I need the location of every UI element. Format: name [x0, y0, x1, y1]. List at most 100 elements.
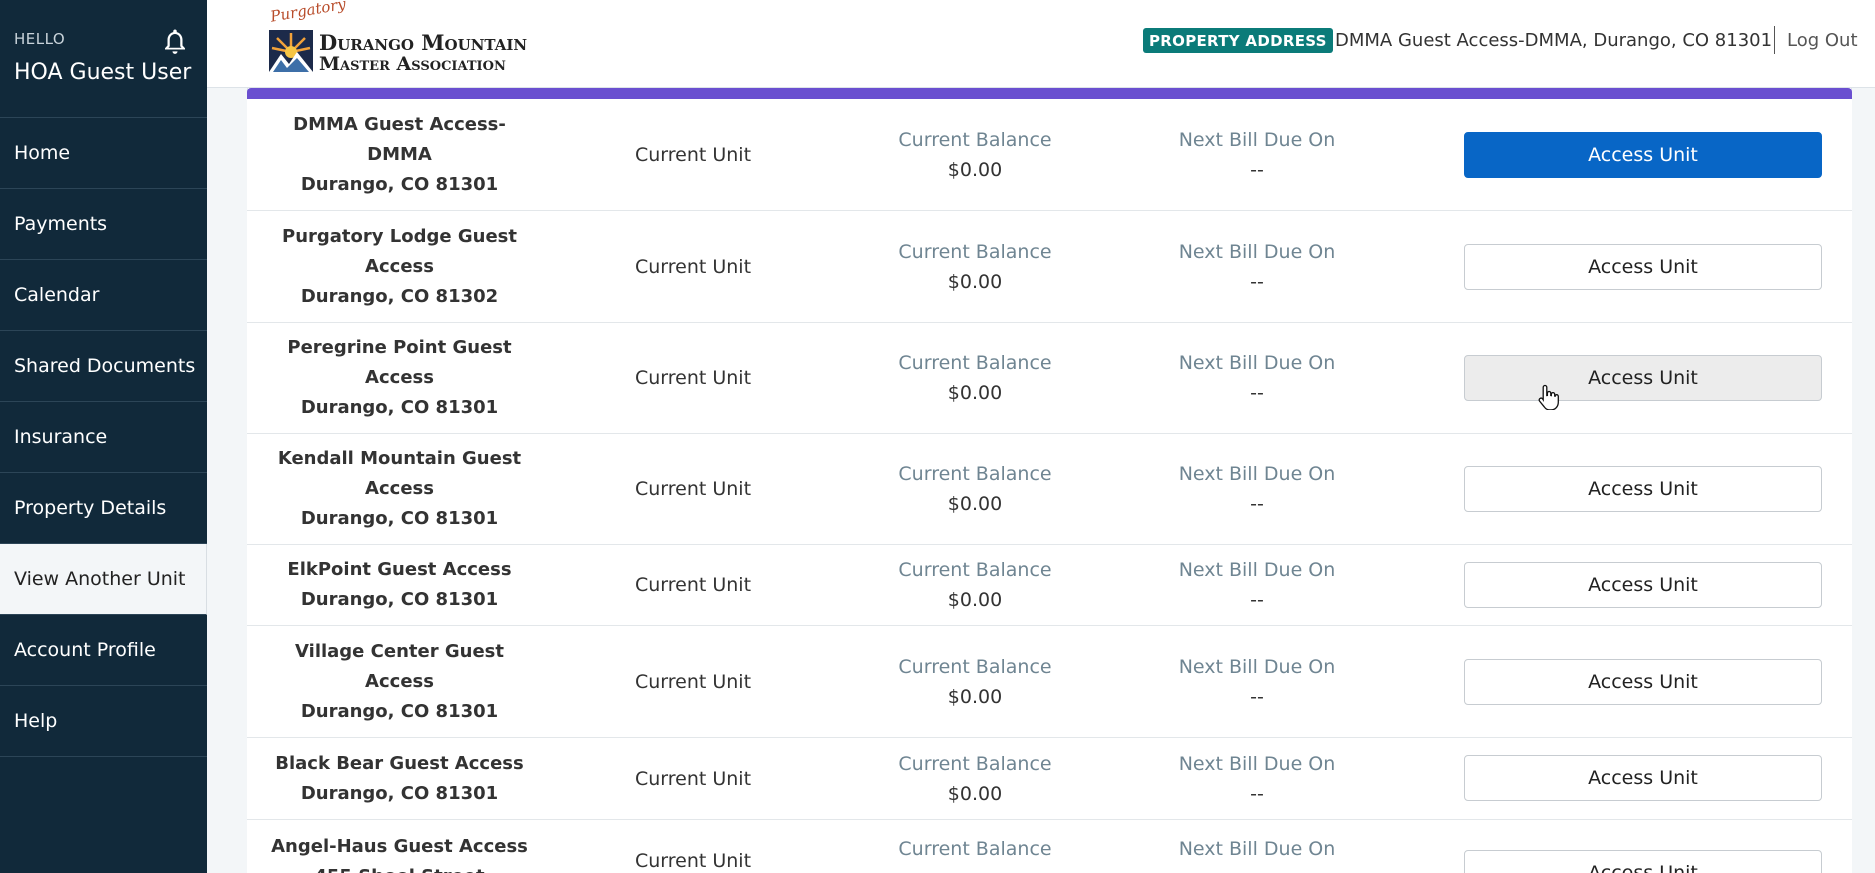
unit-city: Durango, CO 81301: [300, 782, 499, 804]
balance-value: $0.00: [947, 589, 1003, 611]
balance-label: Current Balance: [898, 128, 1052, 151]
unit-status: Current Unit: [634, 670, 752, 693]
sidebar-item-insurance[interactable]: Insurance: [0, 402, 207, 473]
unit-name-line: DMMA Guest Access-: [293, 113, 506, 135]
unit-city: Durango, CO 81301: [300, 700, 499, 722]
unit-name: DMMA Guest Access- DMMA Durango, CO 8130…: [247, 99, 552, 210]
header-divider: [1774, 26, 1775, 54]
balance-cell: Current Balance $0.00: [834, 211, 1116, 322]
balance-label: Current Balance: [898, 838, 1052, 860]
logo-line-1: Durango Mountain: [319, 30, 528, 55]
logo-tagline: Purgatory: [269, 0, 348, 26]
access-unit-button[interactable]: Access Unit: [1464, 850, 1822, 873]
access-unit-button[interactable]: Access Unit: [1464, 562, 1822, 608]
mountain-sun-icon: [269, 30, 313, 72]
unit-name: ElkPoint Guest Access Durango, CO 81301: [247, 545, 552, 625]
unit-name: Purgatory Lodge Guest Access Durango, CO…: [247, 211, 552, 322]
unit-row: Black Bear Guest Access Durango, CO 8130…: [247, 738, 1852, 820]
balance-label: Current Balance: [898, 240, 1052, 263]
unit-city: Durango, CO 81301: [300, 173, 499, 195]
unit-name-line: DMMA: [367, 143, 432, 165]
balance-cell: Current Balance $0.00: [834, 626, 1116, 737]
unit-name-line: Access: [365, 670, 434, 692]
next-bill-label: Next Bill Due On: [1178, 838, 1336, 860]
property-address-badge: PROPERTY ADDRESS: [1143, 28, 1333, 53]
next-bill-value: --: [1250, 270, 1264, 293]
user-name: HOA Guest User: [14, 60, 192, 85]
bell-icon[interactable]: [160, 26, 190, 58]
unit-status: Current Unit: [634, 478, 752, 500]
unit-name-line: Peregrine Point Guest: [287, 337, 512, 358]
next-bill-value: --: [1250, 685, 1264, 708]
next-bill-label: Next Bill Due On: [1178, 752, 1336, 775]
balance-label: Current Balance: [898, 655, 1052, 678]
greeting-label: HELLO: [14, 30, 66, 48]
next-bill-value: --: [1250, 589, 1264, 611]
sidebar-header: HELLO HOA Guest User: [0, 0, 207, 118]
access-unit-button[interactable]: Access Unit: [1464, 755, 1822, 801]
unit-name-line: Kendall Mountain Guest: [277, 448, 522, 469]
unit-name: Peregrine Point Guest Access Durango, CO…: [247, 323, 552, 433]
balance-cell: Current Balance: [834, 834, 1116, 873]
sidebar-item-help[interactable]: Help: [0, 686, 207, 757]
balance-cell: Current Balance $0.00: [834, 99, 1116, 210]
balance-label: Current Balance: [898, 559, 1052, 581]
next-bill-value: --: [1250, 782, 1264, 805]
unit-name-line: Access: [365, 478, 434, 499]
access-unit-button[interactable]: Access Unit: [1464, 132, 1822, 178]
unit-name: Kendall Mountain Guest Access Durango, C…: [247, 434, 552, 544]
sidebar: HELLO HOA Guest User Home Payments Calen…: [0, 0, 207, 873]
next-bill-cell: Next Bill Due On --: [1116, 434, 1398, 544]
next-bill-cell: Next Bill Due On --: [1116, 99, 1398, 210]
logout-link[interactable]: Log Out: [1787, 28, 1858, 53]
unit-status: Current Unit: [634, 367, 752, 389]
unit-row: Peregrine Point Guest Access Durango, CO…: [247, 323, 1852, 434]
unit-name-line: Village Center Guest: [295, 640, 504, 662]
unit-name-line: Angel-Haus Guest Access: [271, 836, 528, 857]
balance-cell: Current Balance $0.00: [834, 323, 1116, 433]
unit-status: Current Unit: [634, 767, 752, 790]
unit-name: Black Bear Guest Access Durango, CO 8130…: [247, 738, 552, 819]
unit-status: Current Unit: [634, 850, 752, 872]
sidebar-item-home[interactable]: Home: [0, 118, 207, 189]
sidebar-item-view-another-unit[interactable]: View Another Unit: [0, 544, 207, 615]
unit-status: Current Unit: [634, 574, 752, 596]
unit-name-line: Access: [365, 255, 434, 277]
unit-name-line: Access: [365, 367, 434, 388]
unit-city: Durango, CO 81301: [300, 508, 499, 529]
sidebar-item-shared-documents[interactable]: Shared Documents: [0, 331, 207, 402]
next-bill-cell: Next Bill Due On --: [1116, 211, 1398, 322]
balance-value: $0.00: [947, 382, 1003, 404]
unit-row: Kendall Mountain Guest Access Durango, C…: [247, 434, 1852, 545]
unit-status: Current Unit: [634, 143, 752, 166]
next-bill-cell: Next Bill Due On: [1116, 834, 1398, 873]
property-address: DMMA Guest Access-DMMA, Durango, CO 8130…: [1335, 30, 1773, 51]
association-logo[interactable]: Purgatory Durango Mountain Master Associ…: [257, 0, 557, 78]
balance-cell: Current Balance $0.00: [834, 545, 1116, 625]
balance-value: $0.00: [947, 782, 1003, 805]
access-unit-button[interactable]: Access Unit: [1464, 244, 1822, 290]
next-bill-cell: Next Bill Due On --: [1116, 626, 1398, 737]
access-unit-button[interactable]: Access Unit: [1464, 355, 1822, 401]
unit-status: Current Unit: [634, 255, 752, 278]
sidebar-item-account-profile[interactable]: Account Profile: [0, 615, 207, 686]
access-unit-button[interactable]: Access Unit: [1464, 466, 1822, 512]
next-bill-value: --: [1250, 382, 1264, 404]
next-bill-label: Next Bill Due On: [1178, 463, 1336, 485]
access-unit-button[interactable]: Access Unit: [1464, 659, 1822, 705]
sidebar-item-payments[interactable]: Payments: [0, 189, 207, 260]
sidebar-item-property-details[interactable]: Property Details: [0, 473, 207, 544]
next-bill-label: Next Bill Due On: [1178, 559, 1336, 581]
unit-row: ElkPoint Guest Access Durango, CO 81301 …: [247, 545, 1852, 626]
balance-label: Current Balance: [898, 752, 1052, 775]
next-bill-label: Next Bill Due On: [1178, 352, 1336, 374]
header: Purgatory Durango Mountain Master Associ…: [207, 0, 1875, 88]
sidebar-item-calendar[interactable]: Calendar: [0, 260, 207, 331]
unit-city: Durango, CO 81301: [300, 589, 499, 610]
balance-value: $0.00: [947, 158, 1003, 181]
next-bill-value: --: [1250, 493, 1264, 515]
balance-cell: Current Balance $0.00: [834, 434, 1116, 544]
unit-name-line: ElkPoint Guest Access: [287, 559, 512, 580]
unit-city: Durango, CO 81301: [300, 397, 499, 418]
unit-name-line: 455 Shool Street: [314, 862, 484, 873]
